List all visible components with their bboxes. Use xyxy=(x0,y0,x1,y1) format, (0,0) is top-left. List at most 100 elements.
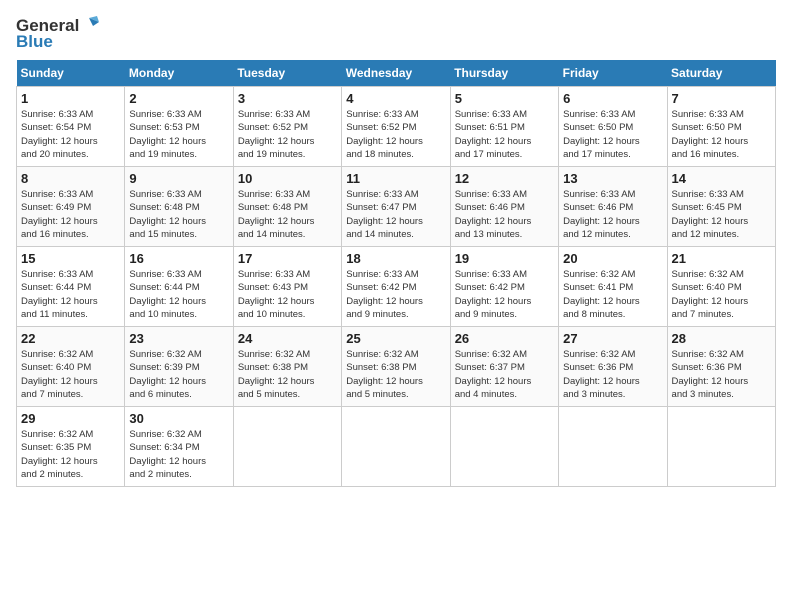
day-info: Sunrise: 6:33 AM Sunset: 6:52 PM Dayligh… xyxy=(238,108,337,161)
day-info: Sunrise: 6:33 AM Sunset: 6:46 PM Dayligh… xyxy=(455,188,554,241)
day-number: 12 xyxy=(455,171,554,186)
logo: General Blue xyxy=(16,16,99,52)
weekday-header-tuesday: Tuesday xyxy=(233,60,341,87)
day-number: 11 xyxy=(346,171,445,186)
calendar-cell: 22 Sunrise: 6:32 AM Sunset: 6:40 PM Dayli… xyxy=(17,327,125,407)
day-number: 1 xyxy=(21,91,120,106)
calendar-cell: 24 Sunrise: 6:32 AM Sunset: 6:38 PM Dayli… xyxy=(233,327,341,407)
day-info: Sunrise: 6:32 AM Sunset: 6:40 PM Dayligh… xyxy=(672,268,771,321)
calendar-cell: 12 Sunrise: 6:33 AM Sunset: 6:46 PM Dayli… xyxy=(450,167,558,247)
day-info: Sunrise: 6:33 AM Sunset: 6:52 PM Dayligh… xyxy=(346,108,445,161)
day-info: Sunrise: 6:33 AM Sunset: 6:51 PM Dayligh… xyxy=(455,108,554,161)
calendar-week-row: 29 Sunrise: 6:32 AM Sunset: 6:35 PM Dayli… xyxy=(17,407,776,487)
day-number: 21 xyxy=(672,251,771,266)
day-number: 10 xyxy=(238,171,337,186)
day-info: Sunrise: 6:32 AM Sunset: 6:34 PM Dayligh… xyxy=(129,428,228,481)
day-number: 13 xyxy=(563,171,662,186)
day-number: 23 xyxy=(129,331,228,346)
calendar-cell: 26 Sunrise: 6:32 AM Sunset: 6:37 PM Dayli… xyxy=(450,327,558,407)
day-info: Sunrise: 6:33 AM Sunset: 6:42 PM Dayligh… xyxy=(346,268,445,321)
day-info: Sunrise: 6:32 AM Sunset: 6:40 PM Dayligh… xyxy=(21,348,120,401)
calendar-week-row: 15 Sunrise: 6:33 AM Sunset: 6:44 PM Dayli… xyxy=(17,247,776,327)
day-number: 27 xyxy=(563,331,662,346)
calendar-cell: 28Sunrise: 6:32 AM Sunset: 6:36 PM Dayli… xyxy=(667,327,775,407)
calendar-cell: 21 Sunrise: 6:32 AM Sunset: 6:40 PM Dayli… xyxy=(667,247,775,327)
calendar-cell: 19 Sunrise: 6:33 AM Sunset: 6:42 PM Dayli… xyxy=(450,247,558,327)
calendar-cell: 16 Sunrise: 6:33 AM Sunset: 6:44 PM Dayli… xyxy=(125,247,233,327)
calendar-cell: 7Sunrise: 6:33 AM Sunset: 6:50 PM Daylig… xyxy=(667,87,775,167)
calendar-cell xyxy=(342,407,450,487)
calendar-cell xyxy=(233,407,341,487)
day-info: Sunrise: 6:32 AM Sunset: 6:36 PM Dayligh… xyxy=(672,348,771,401)
logo-wordmark: General Blue xyxy=(16,16,99,52)
calendar-cell: 30 Sunrise: 6:32 AM Sunset: 6:34 PM Dayli… xyxy=(125,407,233,487)
weekday-header-wednesday: Wednesday xyxy=(342,60,450,87)
day-number: 25 xyxy=(346,331,445,346)
day-info: Sunrise: 6:32 AM Sunset: 6:35 PM Dayligh… xyxy=(21,428,120,481)
day-number: 9 xyxy=(129,171,228,186)
weekday-header-row: SundayMondayTuesdayWednesdayThursdayFrid… xyxy=(17,60,776,87)
logo-blue: Blue xyxy=(16,32,53,52)
calendar-week-row: 8Sunrise: 6:33 AM Sunset: 6:49 PM Daylig… xyxy=(17,167,776,247)
weekday-header-sunday: Sunday xyxy=(17,60,125,87)
page-header: General Blue xyxy=(16,16,776,52)
day-number: 3 xyxy=(238,91,337,106)
day-number: 8 xyxy=(21,171,120,186)
day-info: Sunrise: 6:33 AM Sunset: 6:45 PM Dayligh… xyxy=(672,188,771,241)
day-number: 14 xyxy=(672,171,771,186)
day-number: 30 xyxy=(129,411,228,426)
calendar-cell: 8Sunrise: 6:33 AM Sunset: 6:49 PM Daylig… xyxy=(17,167,125,247)
day-number: 22 xyxy=(21,331,120,346)
day-number: 15 xyxy=(21,251,120,266)
day-number: 18 xyxy=(346,251,445,266)
day-number: 6 xyxy=(563,91,662,106)
calendar-table: SundayMondayTuesdayWednesdayThursdayFrid… xyxy=(16,60,776,487)
calendar-cell: 11 Sunrise: 6:33 AM Sunset: 6:47 PM Dayli… xyxy=(342,167,450,247)
calendar-cell: 5 Sunrise: 6:33 AM Sunset: 6:51 PM Daylig… xyxy=(450,87,558,167)
calendar-cell: 9 Sunrise: 6:33 AM Sunset: 6:48 PM Daylig… xyxy=(125,167,233,247)
calendar-cell: 3 Sunrise: 6:33 AM Sunset: 6:52 PM Daylig… xyxy=(233,87,341,167)
calendar-cell xyxy=(450,407,558,487)
calendar-cell xyxy=(559,407,667,487)
day-info: Sunrise: 6:32 AM Sunset: 6:38 PM Dayligh… xyxy=(238,348,337,401)
day-number: 19 xyxy=(455,251,554,266)
day-info: Sunrise: 6:32 AM Sunset: 6:36 PM Dayligh… xyxy=(563,348,662,401)
day-info: Sunrise: 6:33 AM Sunset: 6:44 PM Dayligh… xyxy=(129,268,228,321)
calendar-cell: 18 Sunrise: 6:33 AM Sunset: 6:42 PM Dayli… xyxy=(342,247,450,327)
weekday-header-saturday: Saturday xyxy=(667,60,775,87)
day-info: Sunrise: 6:32 AM Sunset: 6:37 PM Dayligh… xyxy=(455,348,554,401)
calendar-cell: 2 Sunrise: 6:33 AM Sunset: 6:53 PM Daylig… xyxy=(125,87,233,167)
day-info: Sunrise: 6:32 AM Sunset: 6:38 PM Dayligh… xyxy=(346,348,445,401)
day-info: Sunrise: 6:33 AM Sunset: 6:53 PM Dayligh… xyxy=(129,108,228,161)
day-info: Sunrise: 6:33 AM Sunset: 6:50 PM Dayligh… xyxy=(672,108,771,161)
weekday-header-thursday: Thursday xyxy=(450,60,558,87)
day-info: Sunrise: 6:33 AM Sunset: 6:48 PM Dayligh… xyxy=(238,188,337,241)
calendar-cell: 6 Sunrise: 6:33 AM Sunset: 6:50 PM Daylig… xyxy=(559,87,667,167)
day-info: Sunrise: 6:33 AM Sunset: 6:50 PM Dayligh… xyxy=(563,108,662,161)
calendar-cell: 13 Sunrise: 6:33 AM Sunset: 6:46 PM Dayli… xyxy=(559,167,667,247)
calendar-cell: 17Sunrise: 6:33 AM Sunset: 6:43 PM Dayli… xyxy=(233,247,341,327)
day-info: Sunrise: 6:32 AM Sunset: 6:39 PM Dayligh… xyxy=(129,348,228,401)
day-number: 2 xyxy=(129,91,228,106)
day-info: Sunrise: 6:33 AM Sunset: 6:47 PM Dayligh… xyxy=(346,188,445,241)
calendar-week-row: 22 Sunrise: 6:32 AM Sunset: 6:40 PM Dayli… xyxy=(17,327,776,407)
calendar-cell: 29 Sunrise: 6:32 AM Sunset: 6:35 PM Dayli… xyxy=(17,407,125,487)
day-number: 20 xyxy=(563,251,662,266)
day-number: 16 xyxy=(129,251,228,266)
day-info: Sunrise: 6:33 AM Sunset: 6:46 PM Dayligh… xyxy=(563,188,662,241)
calendar-cell: 4Sunrise: 6:33 AM Sunset: 6:52 PM Daylig… xyxy=(342,87,450,167)
calendar-cell: 1Sunrise: 6:33 AM Sunset: 6:54 PM Daylig… xyxy=(17,87,125,167)
day-number: 24 xyxy=(238,331,337,346)
day-info: Sunrise: 6:33 AM Sunset: 6:42 PM Dayligh… xyxy=(455,268,554,321)
day-number: 5 xyxy=(455,91,554,106)
calendar-cell: 23 Sunrise: 6:32 AM Sunset: 6:39 PM Dayli… xyxy=(125,327,233,407)
calendar-cell: 27 Sunrise: 6:32 AM Sunset: 6:36 PM Dayli… xyxy=(559,327,667,407)
weekday-header-friday: Friday xyxy=(559,60,667,87)
calendar-cell: 25 Sunrise: 6:32 AM Sunset: 6:38 PM Dayli… xyxy=(342,327,450,407)
day-number: 29 xyxy=(21,411,120,426)
day-number: 17 xyxy=(238,251,337,266)
calendar-cell: 14 Sunrise: 6:33 AM Sunset: 6:45 PM Dayli… xyxy=(667,167,775,247)
day-number: 26 xyxy=(455,331,554,346)
day-info: Sunrise: 6:33 AM Sunset: 6:48 PM Dayligh… xyxy=(129,188,228,241)
day-info: Sunrise: 6:33 AM Sunset: 6:44 PM Dayligh… xyxy=(21,268,120,321)
